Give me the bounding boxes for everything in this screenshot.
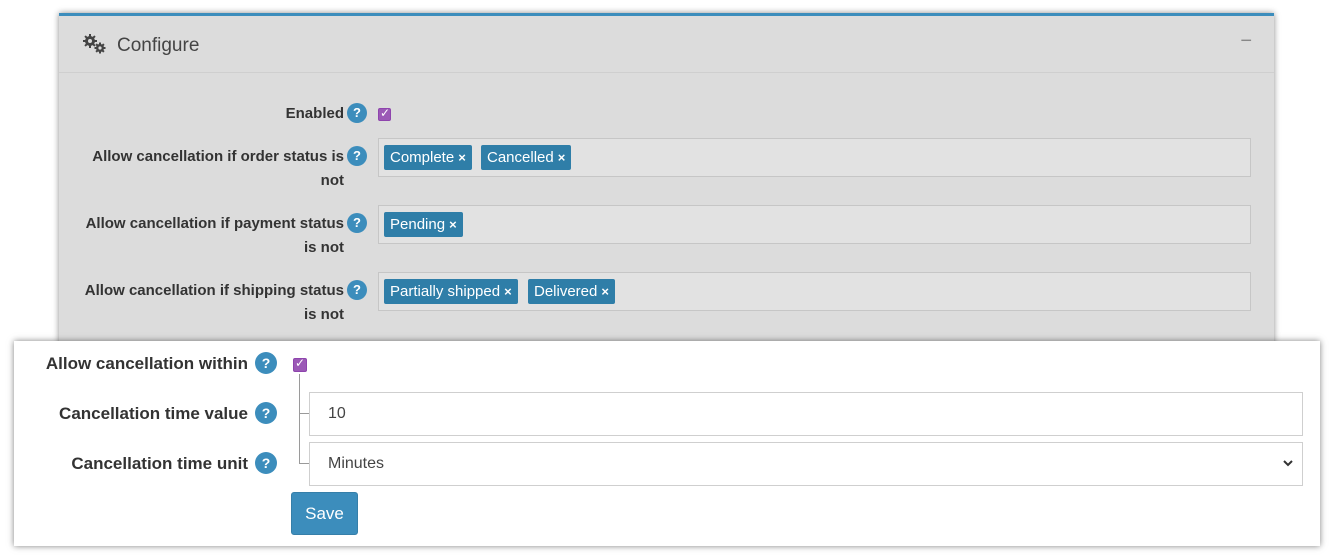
tree-connector [299, 414, 309, 464]
tag-remove-icon[interactable]: × [601, 284, 609, 299]
enabled-label: Enabled [285, 105, 344, 122]
tag-remove-icon[interactable]: × [558, 150, 566, 165]
payment-status-multiselect[interactable]: Pending × [378, 205, 1251, 244]
time-value-text: 10 [328, 405, 346, 422]
tag-remove-icon[interactable]: × [449, 217, 457, 232]
tag-pending: Pending × [384, 212, 463, 237]
enabled-checkbox[interactable] [378, 106, 391, 121]
time-unit-text: Minutes [328, 455, 385, 472]
panel-header: Configure − [59, 16, 1274, 73]
tag-remove-icon[interactable]: × [458, 150, 466, 165]
help-icon[interactable]: ? [255, 352, 277, 374]
tag-label: Complete [390, 149, 455, 166]
help-icon[interactable]: ? [255, 452, 277, 474]
gears-icon [81, 33, 109, 55]
time-unit-label: Cancellation time unit [71, 454, 248, 473]
tree-connector [299, 374, 309, 414]
shipping-status-label: Allow cancellation if shipping status is… [74, 279, 344, 327]
time-value-input[interactable]: 10 [309, 392, 1303, 436]
enabled-row: Enabled ? [59, 102, 1274, 128]
configure-panel: Configure − Enabled ? Allow cancellation… [59, 13, 1274, 348]
order-status-label: Allow cancellation if order status is no… [74, 145, 344, 193]
order-status-label-line1: Allow cancellation if order status is [92, 148, 344, 165]
collapse-button[interactable]: − [1240, 30, 1252, 53]
shipping-status-label-line2: is not [304, 306, 344, 323]
help-icon[interactable]: ? [347, 146, 367, 166]
payment-status-label: Allow cancellation if payment status is … [74, 212, 344, 260]
save-button[interactable]: Save [291, 492, 358, 535]
help-icon[interactable]: ? [347, 103, 367, 123]
time-value-label: Cancellation time value [59, 404, 248, 423]
help-icon[interactable]: ? [255, 402, 277, 424]
tag-delivered: Delivered × [528, 279, 615, 304]
payment-status-label-line1: Allow cancellation if payment status [85, 215, 344, 232]
tag-label: Pending [390, 216, 446, 233]
shipping-status-multiselect[interactable]: Partially shipped × Delivered × [378, 272, 1251, 311]
order-status-label-line2: not [320, 172, 344, 189]
allow-within-label: Allow cancellation within [45, 354, 248, 373]
panel-title: Configure [117, 35, 200, 56]
order-status-row: Allow cancellation if order status is no… [59, 138, 1274, 189]
shipping-status-row: Allow cancellation if shipping status is… [59, 272, 1274, 323]
help-icon[interactable]: ? [347, 280, 367, 300]
tag-label: Cancelled [487, 149, 554, 166]
time-unit-select[interactable]: Minutes [309, 442, 1303, 486]
stage: Configure − Enabled ? Allow cancellation… [0, 0, 1334, 559]
help-icon[interactable]: ? [347, 213, 367, 233]
chevron-down-icon [1282, 443, 1294, 501]
tag-partially-shipped: Partially shipped × [384, 279, 518, 304]
tag-label: Partially shipped [390, 283, 501, 300]
tag-remove-icon[interactable]: × [504, 284, 512, 299]
payment-status-label-line2: is not [304, 239, 344, 256]
shipping-status-label-line1: Allow cancellation if shipping status [84, 282, 344, 299]
tag-cancelled: Cancelled × [481, 145, 572, 170]
order-status-multiselect[interactable]: Complete × Cancelled × [378, 138, 1251, 177]
tag-complete: Complete × [384, 145, 472, 170]
cancellation-window-panel: Allow cancellation within ? Cancellation… [14, 341, 1320, 546]
allow-within-checkbox[interactable] [293, 356, 307, 372]
tag-label: Delivered [534, 283, 598, 300]
payment-status-row: Allow cancellation if payment status is … [59, 205, 1274, 256]
